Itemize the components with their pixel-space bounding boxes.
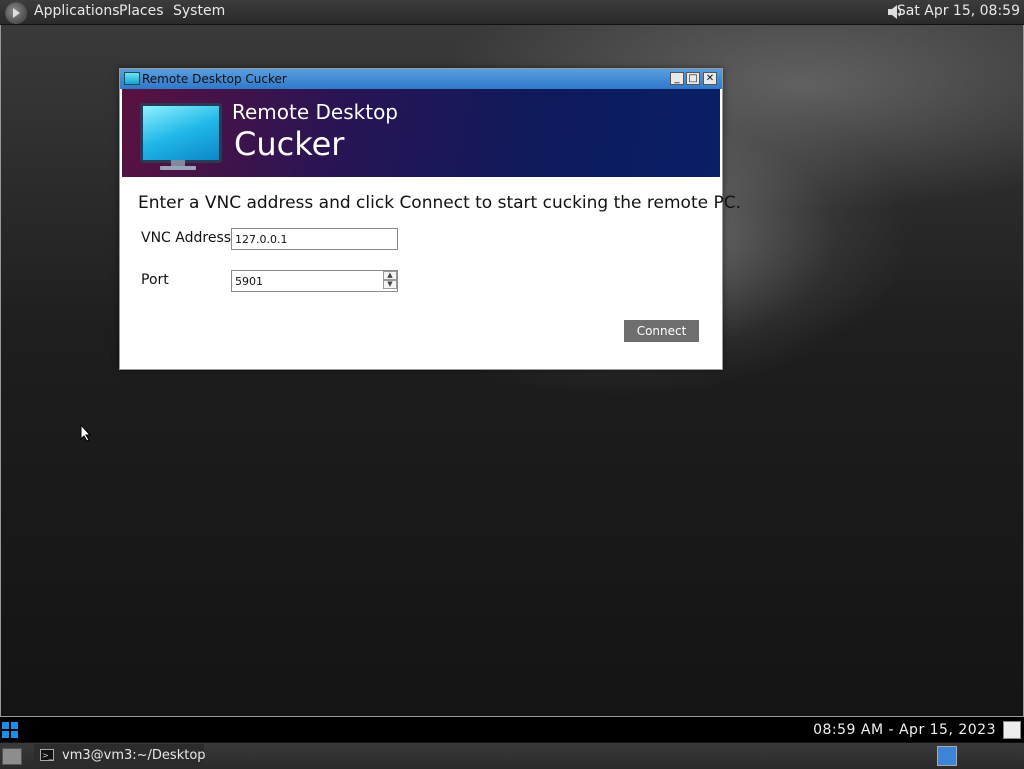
terminal-icon: >_: [40, 749, 54, 761]
port-label: Port: [141, 272, 169, 288]
minimize-button[interactable]: _: [670, 72, 684, 85]
window-title: Remote Desktop Cucker: [142, 72, 287, 86]
windows-start-icon[interactable]: [2, 722, 18, 738]
vnc-address-label: VNC Address: [141, 230, 232, 246]
app-monitor-icon: [124, 72, 140, 85]
port-spinbox[interactable]: [231, 270, 398, 292]
maximize-button[interactable]: □: [686, 72, 700, 85]
user-icon[interactable]: [1003, 721, 1021, 739]
port-spinner[interactable]: ▲ ▼: [383, 271, 397, 291]
window-titlebar[interactable]: Remote Desktop Cucker _ □ ✕: [120, 69, 722, 89]
mouse-cursor-icon: [80, 424, 92, 442]
menu-places[interactable]: Places: [119, 3, 164, 19]
banner-title-line1: Remote Desktop: [232, 100, 399, 124]
monitor-icon: [140, 103, 222, 163]
menu-system[interactable]: System: [173, 3, 225, 19]
banner-title-line2: Cucker: [234, 125, 345, 163]
taskbar: 08:59 AM - Apr 15, 2023: [0, 716, 1024, 742]
show-desktop-icon[interactable]: [2, 748, 22, 765]
spin-up-icon[interactable]: ▲: [383, 271, 397, 280]
instruction-text: Enter a VNC address and click Connect to…: [138, 193, 742, 213]
header-banner: Remote Desktop Cucker: [122, 89, 720, 177]
vnc-address-input[interactable]: [231, 228, 398, 250]
task-terminal[interactable]: >_ vm3@vm3:~/Desktop: [34, 744, 206, 767]
distro-logo-icon[interactable]: [5, 2, 27, 24]
workspace-switcher-icon[interactable]: [937, 746, 957, 766]
bottom-panel: >_ vm3@vm3:~/Desktop: [0, 742, 1024, 769]
taskbar-clock[interactable]: 08:59 AM - Apr 15, 2023: [813, 722, 996, 738]
spin-down-icon[interactable]: ▼: [383, 280, 397, 289]
menu-applications[interactable]: Applications: [34, 3, 120, 19]
remote-desktop-window: Remote Desktop Cucker _ □ ✕ Remote Deskt…: [119, 68, 741, 370]
connect-button[interactable]: Connect: [624, 320, 699, 342]
task-label: vm3@vm3:~/Desktop: [62, 748, 206, 763]
monitor-base: [160, 166, 196, 170]
top-clock[interactable]: Sat Apr 15, 08:59: [897, 3, 1020, 19]
top-panel: Applications Places System Sat Apr 15, 0…: [0, 0, 1024, 25]
close-button[interactable]: ✕: [703, 72, 717, 85]
